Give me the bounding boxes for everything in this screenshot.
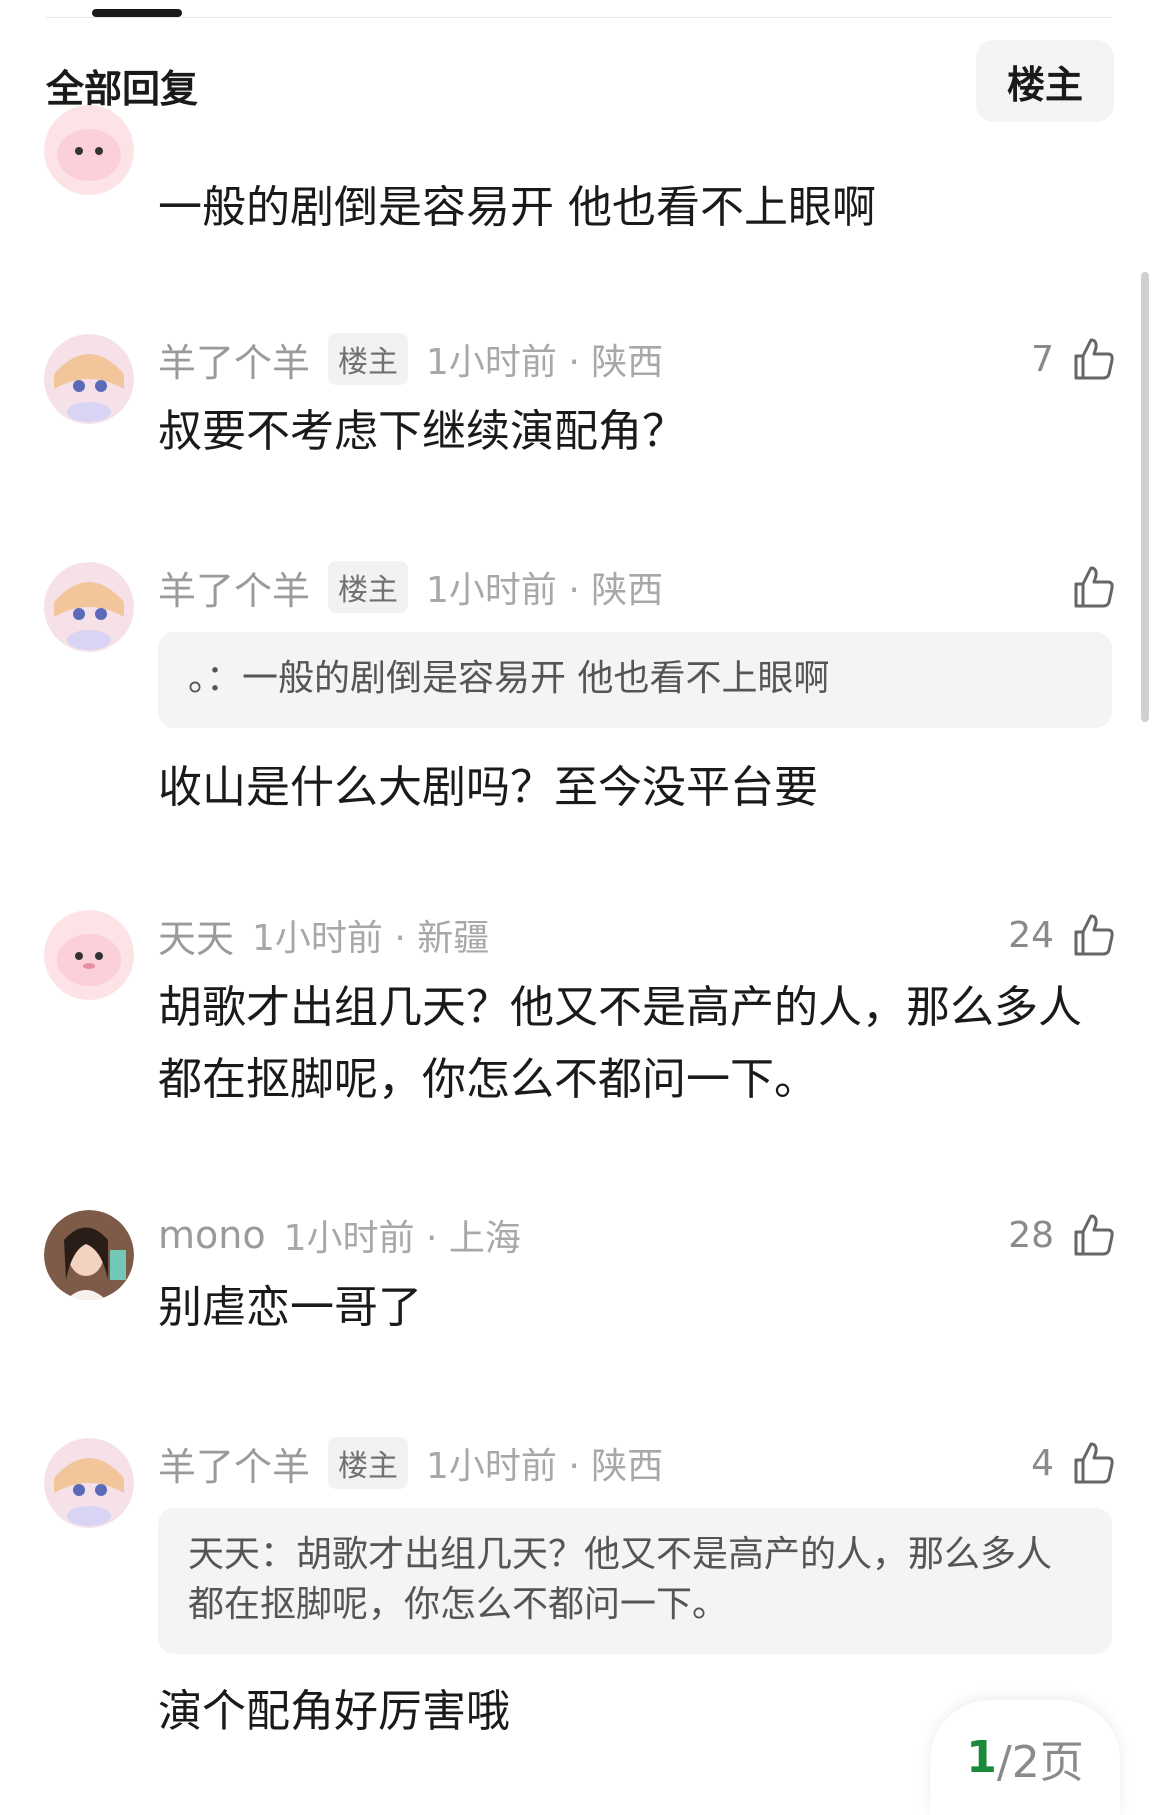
thumbs-up-icon — [1074, 338, 1114, 380]
username[interactable]: 羊了个羊 — [158, 1436, 310, 1491]
comment-text: 收山是什么大剧吗？至今没平台要 — [158, 762, 818, 813]
avatar[interactable] — [44, 105, 134, 197]
avatar[interactable] — [44, 910, 134, 1000]
thumbs-up-icon — [1074, 914, 1114, 956]
comment-text: 一般的剧倒是容易开 他也看不上眼啊 — [158, 182, 876, 233]
comment-meta: 羊了个羊 楼主 1小时前 · 陕西 — [158, 332, 663, 386]
like-button[interactable]: 4 — [1031, 1436, 1118, 1490]
page-title: 全部回复 — [46, 67, 199, 111]
comment-meta: 羊了个羊 楼主 1小时前 · 陕西 — [158, 560, 663, 614]
total-pages: /2页 — [996, 1736, 1084, 1788]
avatar[interactable] — [44, 1210, 134, 1300]
like-button[interactable]: 7 — [1031, 332, 1118, 386]
like-count: 7 — [1031, 338, 1054, 380]
avatar[interactable] — [44, 1438, 134, 1528]
thumbs-up-icon — [1074, 566, 1114, 608]
timestamp-location: 1小时前 · 陕西 — [426, 342, 664, 383]
scrollbar[interactable] — [1141, 272, 1149, 722]
username[interactable]: 羊了个羊 — [158, 560, 310, 615]
thumbs-up-icon — [1074, 1442, 1114, 1484]
owner-badge: 楼主 — [328, 1437, 409, 1489]
comment-meta: 羊了个羊 楼主 1小时前 · 陕西 — [158, 1436, 663, 1490]
like-count: 28 — [1008, 1214, 1054, 1256]
comment-meta: mono 1小时前 · 上海 — [158, 1208, 521, 1262]
username[interactable]: 羊了个羊 — [158, 332, 310, 387]
comment-text: 叔要不考虑下继续演配角？ — [158, 406, 686, 457]
timestamp-location: 1小时前 · 上海 — [283, 1218, 521, 1259]
drag-handle[interactable] — [92, 9, 182, 17]
owner-badge: 楼主 — [328, 561, 409, 613]
comment-text: 胡歌才出组几天？他又不是高产的人，那么多人都在抠脚呢，你怎么不都问一下。 — [158, 982, 1082, 1105]
owner-badge: 楼主 — [328, 333, 409, 385]
divider — [46, 17, 1112, 18]
comment-text: 别虐恋一哥了 — [158, 1282, 422, 1333]
avatar[interactable] — [44, 334, 134, 424]
timestamp-location: 1小时前 · 陕西 — [426, 570, 664, 611]
comment-meta: 天天 1小时前 · 新疆 — [158, 908, 489, 962]
owner-filter-button[interactable]: 楼主 — [976, 40, 1114, 122]
avatar[interactable] — [44, 562, 134, 652]
like-count: 4 — [1031, 1442, 1054, 1484]
quoted-reply[interactable]: 天天：胡歌才出组几天？他又不是高产的人，那么多人都在抠脚呢，你怎么不都问一下。 — [158, 1508, 1112, 1654]
username[interactable]: mono — [158, 1213, 266, 1257]
thumbs-up-icon — [1074, 1214, 1114, 1256]
quoted-reply[interactable]: 。：一般的剧倒是容易开 他也看不上眼啊 — [158, 632, 1112, 728]
like-count: 24 — [1008, 914, 1054, 956]
timestamp-location: 1小时前 · 新疆 — [252, 918, 490, 959]
like-button[interactable]: 28 — [1008, 1208, 1118, 1262]
current-page: 1 — [966, 1732, 997, 1783]
timestamp-location: 1小时前 · 陕西 — [426, 1446, 664, 1487]
like-button[interactable] — [1054, 560, 1118, 614]
like-button[interactable]: 24 — [1008, 908, 1118, 962]
page-indicator[interactable]: 1/2页 — [930, 1700, 1120, 1815]
username[interactable]: 天天 — [158, 908, 234, 963]
